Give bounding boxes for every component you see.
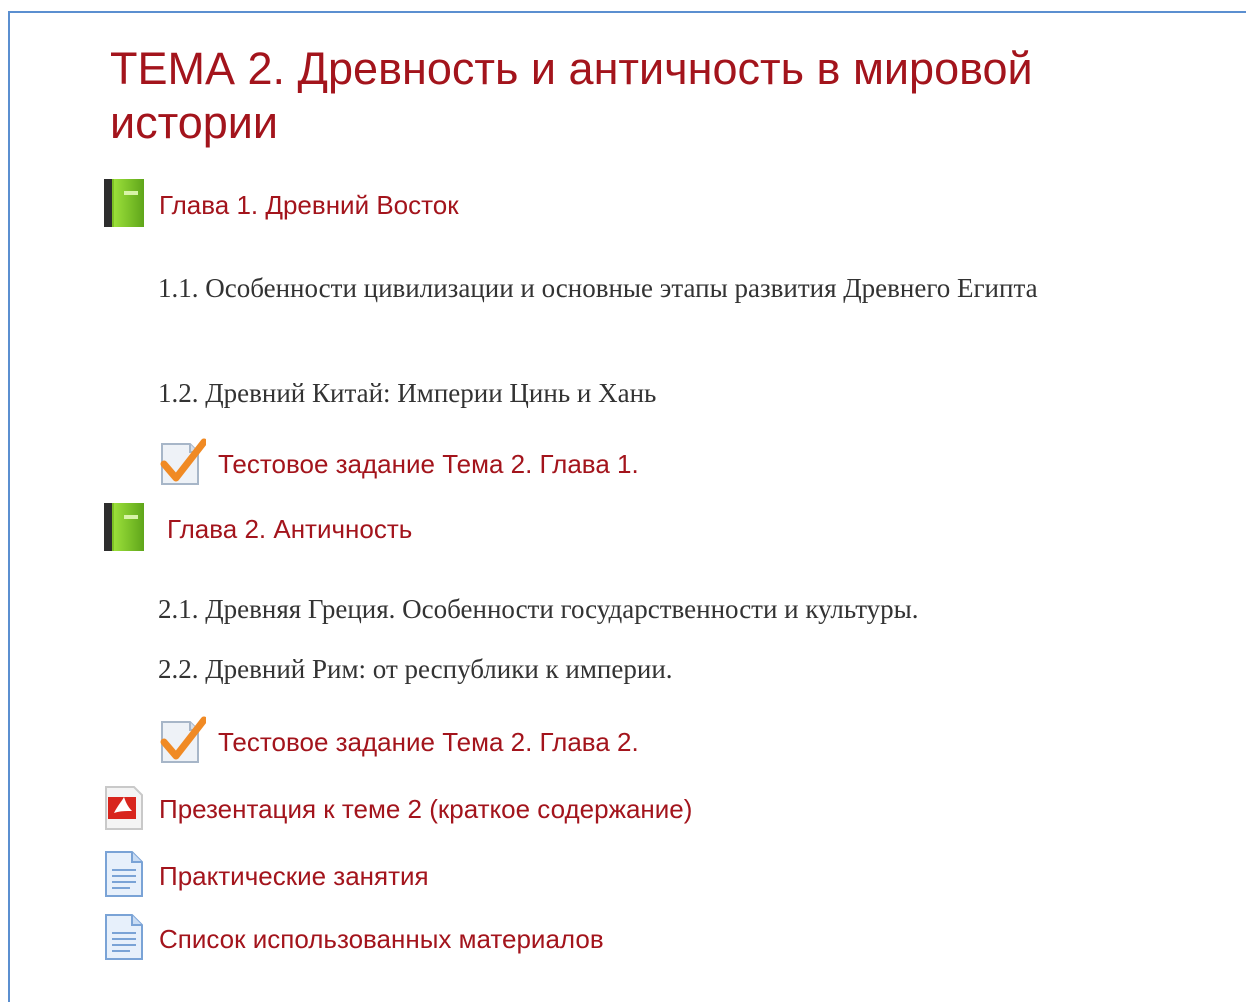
quiz1-link[interactable]: Тестовое задание Тема 2. Глава 1. [218,449,639,480]
chapter2-paragraph-1: 2.1. Древняя Греция. Особенности государ… [158,594,919,624]
activity-practical[interactable]: Практические занятия [102,850,429,903]
book-icon [104,502,144,556]
quiz-checkmark-icon [158,438,208,491]
document-icon [102,850,146,903]
pdf-icon [102,783,146,836]
activity-presentation[interactable]: Презентация к теме 2 (краткое содержание… [102,785,692,833]
book-icon [104,178,144,232]
presentation-link[interactable]: Презентация к теме 2 (краткое содержание… [159,794,692,825]
references-link[interactable]: Список использованных материалов [159,924,604,955]
chapter2-link[interactable]: Глава 2. Античность [167,514,412,545]
activity-quiz2[interactable]: Тестовое задание Тема 2. Глава 2. [158,716,639,769]
chapter1-link[interactable]: Глава 1. Древний Восток [159,190,459,221]
chapter2-paragraph-2: 2.2. Древний Рим: от республики к импери… [158,654,673,684]
chapter1-paragraph-1: 1.1. Особенности цивилизации и основные … [158,273,1038,303]
document-icon [102,913,146,966]
quiz2-link[interactable]: Тестовое задание Тема 2. Глава 2. [218,727,639,758]
section-title: ТЕМА 2. Древность и античность в мировой… [110,43,1033,148]
quiz-checkmark-icon [158,716,208,769]
activity-references[interactable]: Список использованных материалов [102,913,604,966]
activity-chapter2[interactable]: Глава 2. Античность [104,502,412,556]
activity-quiz1[interactable]: Тестовое задание Тема 2. Глава 1. [158,438,639,491]
chapter1-paragraph-2: 1.2. Древний Китай: Империи Цинь и Хань [158,378,657,408]
activity-chapter1[interactable]: Глава 1. Древний Восток [104,178,459,232]
practical-link[interactable]: Практические занятия [159,861,429,892]
